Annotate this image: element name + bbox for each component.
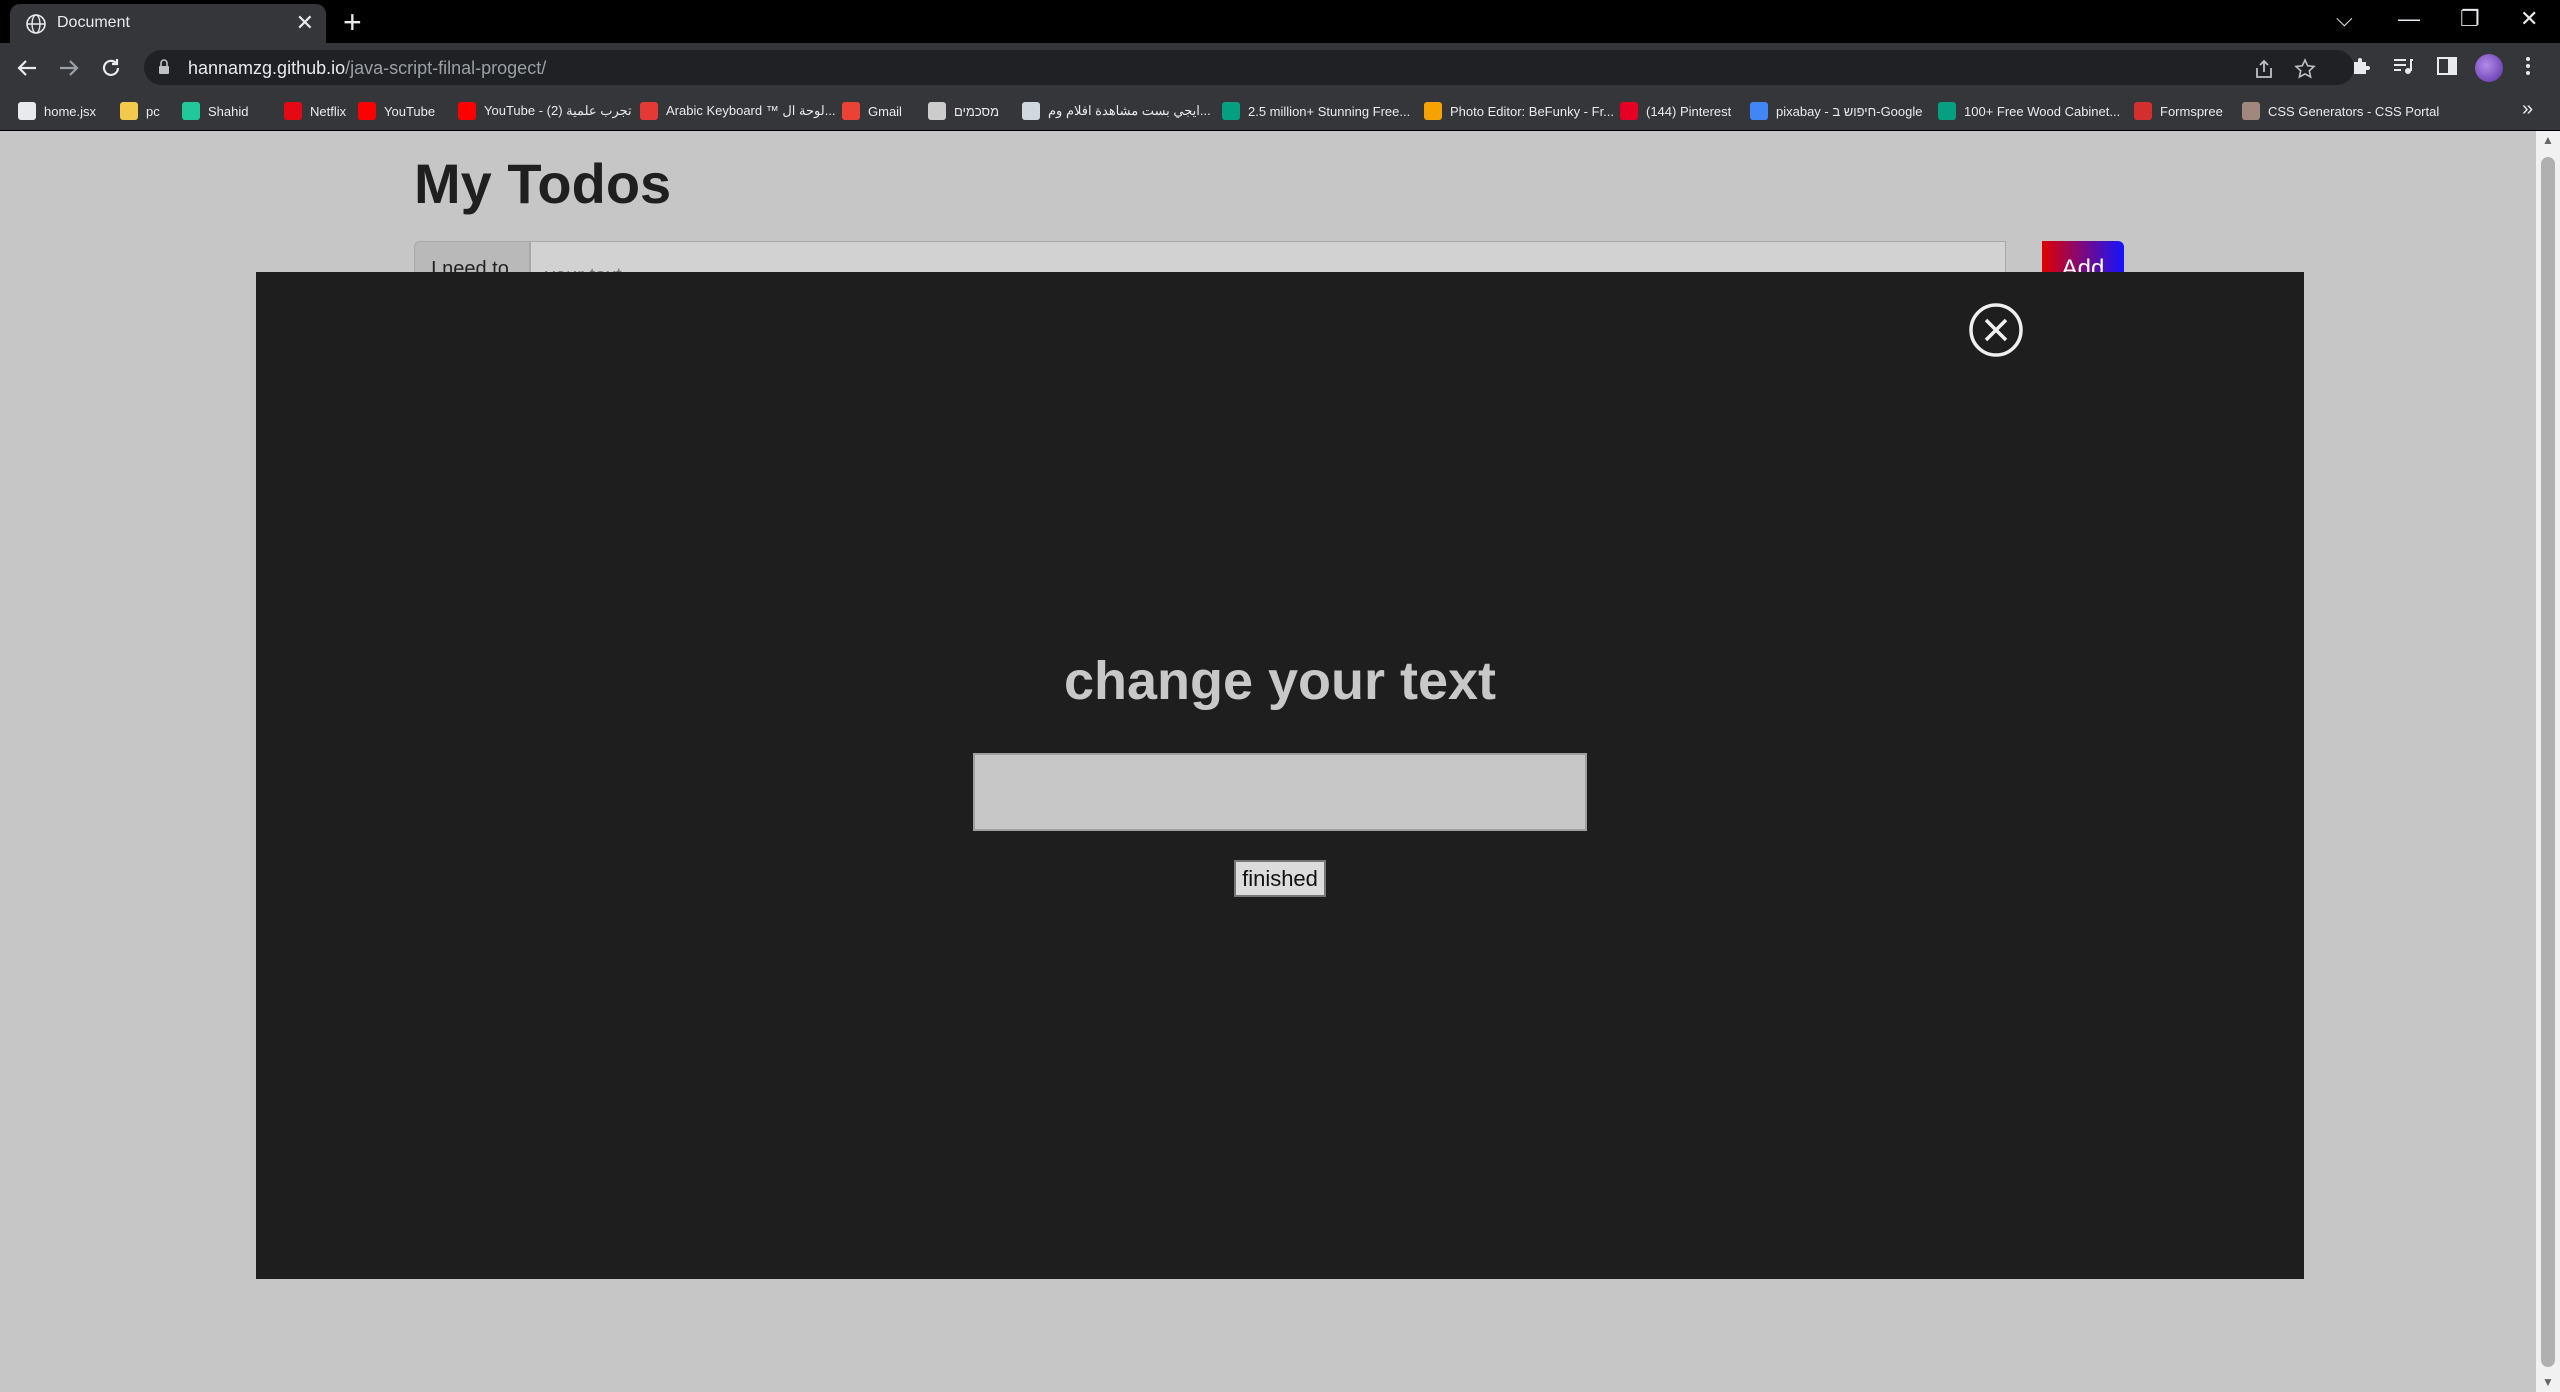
bookmark-label: (144) Pinterest [1646,103,1732,119]
bookmark-favicon-icon [120,102,138,120]
bookmark-item[interactable]: YouTube [358,101,435,121]
bookmark-item[interactable]: Arabic Keyboard ™ لوحة ال... [640,101,836,121]
bookmark-item[interactable]: pc [120,101,160,121]
side-panel-icon[interactable] [2436,55,2458,77]
bookmark-item[interactable]: Shahid [182,101,248,121]
globe-icon [26,14,46,34]
bookmark-label: 2.5 million+ Stunning Free... [1248,103,1411,119]
bookmark-item[interactable]: 2.5 million+ Stunning Free... [1222,101,1410,121]
new-tab-button[interactable]: + [343,6,362,38]
modal-heading: change your text [1063,651,1497,711]
scroll-down-icon[interactable]: ▼ [2542,1375,2554,1389]
window-close-icon[interactable]: ✕ [2520,6,2538,32]
scroll-thumb[interactable] [2541,157,2555,1367]
tab-search-icon[interactable]: ⌵ [2336,6,2353,32]
bookmark-favicon-icon [1022,102,1040,120]
bookmark-favicon-icon [928,102,946,120]
bookmark-item[interactable]: Formspree [2134,101,2223,121]
star-icon[interactable] [2294,58,2316,80]
bookmark-label: pc [146,103,160,119]
bookmark-item[interactable]: מסכמים [928,101,999,121]
url-text[interactable]: hannamzg.github.io/java-script-filnal-pr… [188,58,546,79]
bookmark-favicon-icon [18,102,36,120]
bookmark-favicon-icon [842,102,860,120]
browser-tab[interactable]: Document ✕ [10,4,326,43]
bookmark-item[interactable]: Netflix [284,101,346,121]
url-host: hannamzg.github.io [188,58,346,78]
address-bar[interactable]: hannamzg.github.io/java-script-filnal-pr… [144,50,2354,85]
url-path: /java-script-filnal-progect/ [345,58,547,78]
bookmark-label: מסכמים [954,103,1000,119]
puzzle-icon[interactable] [2350,55,2372,77]
browser-toolbar: hannamzg.github.io/java-script-filnal-pr… [0,43,2560,92]
lock-icon[interactable] [158,59,170,75]
bookmark-label: Shahid [208,103,249,119]
avatar[interactable] [2475,54,2503,82]
bookmark-favicon-icon [182,102,200,120]
bookmark-favicon-icon [2134,102,2152,120]
bookmarks-overflow-icon[interactable]: » [2522,98,2533,121]
restore-icon[interactable]: ❐ [2460,6,2480,32]
bookmark-item[interactable]: (144) Pinterest [1620,101,1731,121]
bookmark-favicon-icon [358,102,376,120]
bookmark-item[interactable]: pixabay - חיפוש ב-Google [1750,101,1922,121]
bookmark-favicon-icon [284,102,302,120]
bookmark-label: Formspree [2160,103,2223,119]
tab-strip: Document ✕ + ⌵ — ❐ ✕ [0,0,2560,43]
bookmark-favicon-icon [1424,102,1442,120]
edit-text-input[interactable] [973,753,1587,831]
bookmark-item[interactable]: ايجي بست مشاهدة افلام وم... [1022,101,1211,121]
bookmark-label: Photo Editor: BeFunky - Fr... [1450,103,1615,119]
bookmark-item[interactable]: Photo Editor: BeFunky - Fr... [1424,101,1614,121]
bookmark-label: Arabic Keyboard ™ لوحة ال... [666,103,836,118]
media-control-icon[interactable] [2392,55,2414,77]
bookmark-favicon-icon [1750,102,1768,120]
close-circle-icon[interactable] [1968,302,2024,358]
bookmark-item[interactable]: Gmail [842,101,902,121]
page-title: My Todos [414,152,672,215]
bookmark-favicon-icon [2242,102,2260,120]
bookmark-label: ايجي بست مشاهدة افلام وم... [1048,103,1211,118]
tab-close-icon[interactable]: ✕ [296,12,314,34]
bookmark-label: 100+ Free Wood Cabinet... [1964,103,2121,119]
bookmark-label: home.jsx [44,103,97,119]
bookmark-label: CSS Generators - CSS Portal [2268,103,2440,119]
minimize-icon[interactable]: — [2398,6,2420,32]
bookmark-favicon-icon [640,102,658,120]
share-icon[interactable] [2254,59,2274,79]
bookmark-item[interactable]: CSS Generators - CSS Portal [2242,101,2439,121]
bookmark-favicon-icon [1938,102,1956,120]
reload-icon[interactable] [100,57,122,79]
bookmark-item[interactable]: YouTube - تجرب علمية (2) [458,101,632,121]
arrow-left-icon[interactable] [16,57,38,79]
bookmark-item[interactable]: home.jsx [18,101,96,121]
tab-title: Document [57,14,130,31]
bookmark-label: YouTube - تجرب علمية (2) [484,103,632,118]
bookmark-favicon-icon [1222,102,1240,120]
arrow-right-icon[interactable] [58,57,80,79]
kebab-menu-icon[interactable] [2524,55,2532,77]
bookmarks-bar: home.jsx pc Shahid Netflix YouTube YouTube - … [0,92,2560,131]
finished-button[interactable]: finished [1234,860,1326,897]
bookmark-item[interactable]: 100+ Free Wood Cabinet... [1938,101,2120,121]
bookmark-label: Netflix [310,103,347,119]
bookmark-label: Gmail [868,103,902,119]
page-scrollbar[interactable]: ▲ ▼ [2536,131,2560,1392]
bookmark-favicon-icon [1620,102,1638,120]
bookmark-label: pixabay - חיפוש ב-Google [1776,103,1923,119]
bookmark-favicon-icon [458,102,476,120]
bookmark-label: YouTube [384,103,436,119]
scroll-up-icon[interactable]: ▲ [2542,133,2554,147]
